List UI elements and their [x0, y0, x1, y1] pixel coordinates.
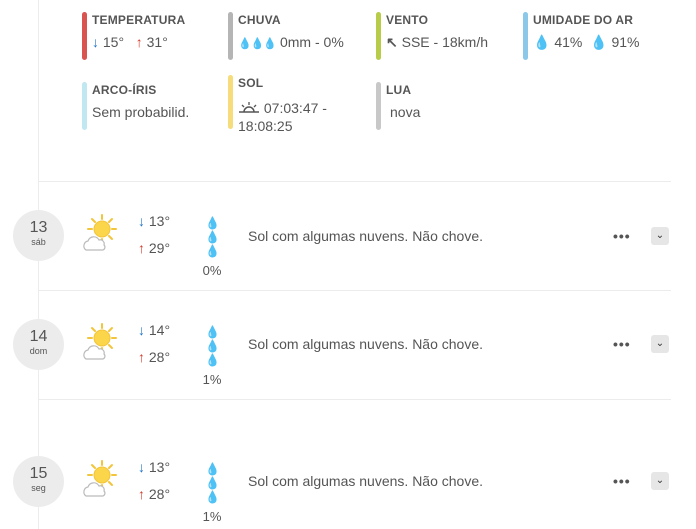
arco-iris-value: Sem probabilid. [92, 104, 190, 120]
metric-sol: SOL 07:03:47 - 18:08:25 [228, 75, 348, 135]
divider [38, 181, 671, 182]
sun-cloud-icon [80, 459, 120, 499]
day-weekday: seg [31, 483, 46, 493]
temp-min: 13° [148, 459, 171, 475]
temp-max: 28° [148, 486, 171, 502]
chuva-bar [228, 12, 233, 60]
temperatura-max: 31° [146, 34, 168, 50]
chuva-value: 0mm - 0% [279, 34, 344, 50]
vento-bar [376, 12, 381, 60]
arrow-up-icon: ↑ [138, 349, 145, 365]
temp-min: 14° [148, 322, 171, 338]
umidade-title: UMIDADE DO AR [533, 13, 634, 27]
sol-title: SOL [238, 76, 264, 90]
umidade-max: 91% [611, 34, 640, 50]
timeline-line [38, 0, 39, 529]
wind-direction-icon: ↖ [386, 34, 398, 50]
day-description: Sol com algumas nuvens. Não chove. [248, 336, 484, 352]
day-badge: 13 sáb [13, 210, 64, 261]
raindrops-icon: 💧💧💧 [205, 216, 220, 258]
sun-cloud-icon [80, 322, 120, 362]
vento-value: SSE - 18km/h [401, 34, 488, 50]
day-description: Sol com algumas nuvens. Não chove. [248, 228, 484, 244]
chuva-title: CHUVA [238, 13, 281, 27]
expand-chevron-icon[interactable]: ⌄ [651, 472, 669, 490]
day-weekday: sáb [31, 237, 46, 247]
metric-temperatura: TEMPERATURA ↓ 15° ↑ 31° [82, 12, 186, 60]
lua-bar [376, 82, 381, 130]
temp-max: 28° [148, 349, 171, 365]
umidade-min: 41% [554, 34, 583, 50]
day-description: Sol com algumas nuvens. Não chove. [248, 473, 484, 489]
rain-chance: 💧💧💧 1% [199, 462, 225, 524]
rain-value: 1% [202, 372, 222, 387]
more-options-button[interactable]: ••• [613, 336, 631, 352]
metric-arco-iris: ARCO-ÍRIS Sem probabilid. [82, 82, 190, 130]
arrow-down-icon: ↓ [138, 213, 145, 229]
arrow-up-icon: ↑ [138, 486, 145, 502]
temp-min: 13° [148, 213, 171, 229]
temperatura-min: 15° [102, 34, 125, 50]
arco-iris-bar [82, 82, 87, 130]
raindrops-icon: 💧💧💧 [205, 462, 220, 504]
sol-value-line1: 07:03:47 - [263, 100, 327, 116]
temperature-range: ↓ 13° ↑ 28° [138, 458, 170, 512]
temperatura-title: TEMPERATURA [92, 13, 186, 27]
arrow-down-icon: ↓ [138, 322, 145, 338]
arco-iris-title: ARCO-ÍRIS [92, 83, 157, 97]
rain-chance: 💧💧💧 1% [199, 325, 225, 387]
lua-title: LUA [386, 83, 412, 97]
temperature-range: ↓ 13° ↑ 29° [138, 212, 170, 266]
divider [38, 290, 671, 291]
temp-max: 29° [148, 240, 171, 256]
day-number: 14 [29, 328, 48, 345]
expand-chevron-icon[interactable]: ⌄ [651, 227, 669, 245]
more-options-button[interactable]: ••• [613, 473, 631, 489]
umidade-bar [523, 12, 528, 60]
rain-chance: 💧💧💧 0% [199, 216, 225, 278]
arrow-down-icon: ↓ [92, 34, 99, 50]
arrow-down-icon: ↓ [138, 459, 145, 475]
metric-vento: VENTO ↖ SSE - 18km/h [376, 12, 488, 60]
humidity-max-icon: 💧 [590, 34, 608, 50]
raindrops-icon: 💧💧💧 [238, 38, 277, 50]
day-number: 15 [29, 465, 48, 482]
divider [38, 399, 671, 400]
temperatura-bar [82, 12, 87, 60]
sol-value-line2: 18:08:25 [238, 118, 293, 134]
metric-umidade: UMIDADE DO AR 💧 41% 💧 91% [523, 12, 640, 60]
rain-value: 1% [202, 509, 222, 524]
day-weekday: dom [29, 346, 48, 356]
sunrise-icon [238, 100, 264, 116]
raindrops-icon: 💧💧💧 [205, 325, 220, 367]
day-number: 13 [29, 219, 48, 236]
expand-chevron-icon[interactable]: ⌄ [651, 335, 669, 353]
sol-bar [228, 75, 233, 129]
day-badge: 15 seg [13, 456, 64, 507]
metric-lua: LUA nova [376, 82, 421, 130]
more-options-button[interactable]: ••• [613, 228, 631, 244]
rain-value: 0% [202, 263, 222, 278]
humidity-min-icon: 💧 [533, 34, 551, 50]
vento-title: VENTO [386, 13, 429, 27]
arrow-up-icon: ↑ [135, 34, 143, 50]
metric-chuva: CHUVA 💧💧💧 0mm - 0% [228, 12, 344, 60]
lua-value: nova [390, 104, 421, 120]
day-badge: 14 dom [13, 319, 64, 370]
sun-cloud-icon [80, 213, 120, 253]
arrow-up-icon: ↑ [138, 240, 145, 256]
temperature-range: ↓ 14° ↑ 28° [138, 321, 170, 375]
